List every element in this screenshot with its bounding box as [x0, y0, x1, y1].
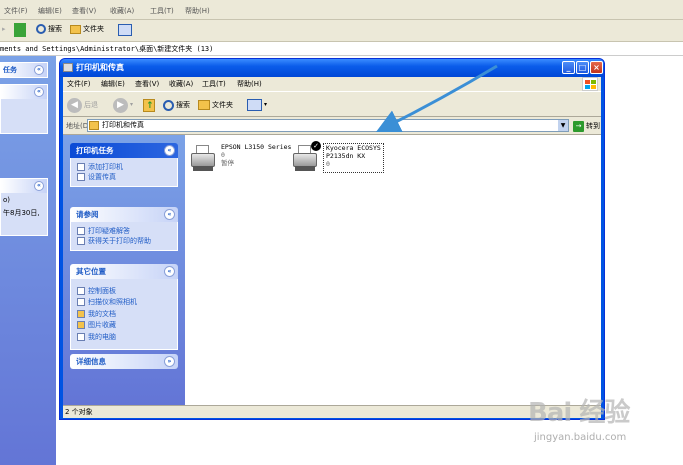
watermark-brand: Bai 经验: [528, 398, 630, 428]
watermark-url: jingyan.baidu.com: [534, 432, 627, 443]
watermark: Bai 经验 jingyan.baidu.com: [528, 388, 678, 458]
